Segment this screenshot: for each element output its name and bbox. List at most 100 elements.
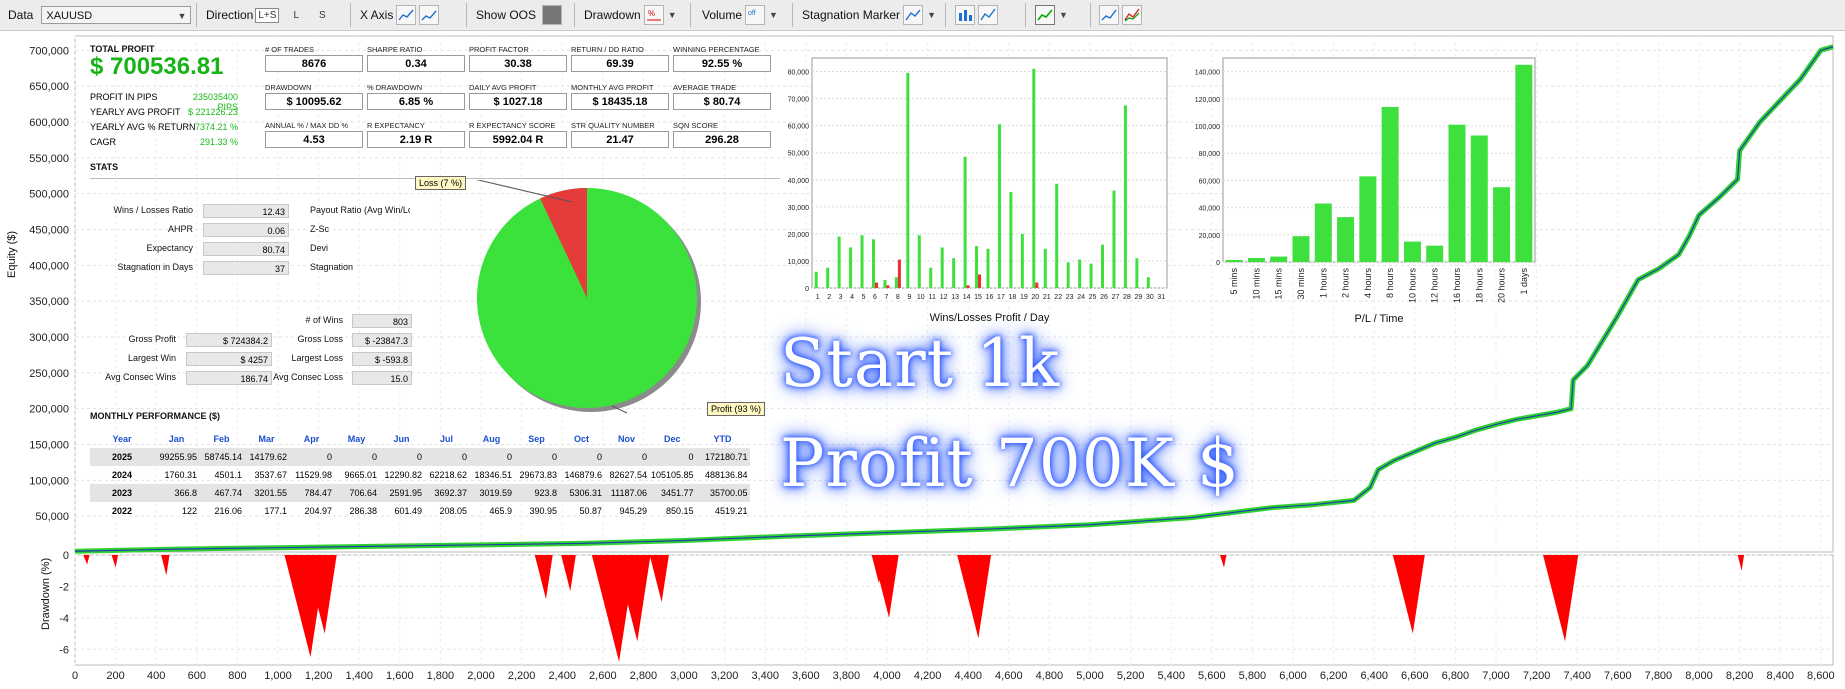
monthly-cell: 172180.71	[695, 448, 750, 466]
kpi-label: # OF TRADES	[265, 45, 315, 54]
time-profit-chart: 0 20,000 40,000 60,000 80,000 100,000 120,000 1…	[1195, 57, 1536, 325]
bar-xtick-label: 16 hours	[1452, 268, 1462, 304]
bar	[1032, 68, 1036, 288]
x-tick-label: 7,200	[1523, 670, 1551, 682]
equity-axis-title: Equity ($)	[6, 230, 18, 278]
bar	[978, 274, 982, 288]
multi-line-chart-icon[interactable]	[1122, 5, 1142, 25]
show-oos-toggle[interactable]	[542, 5, 563, 25]
bar	[906, 72, 910, 288]
stats-value: 37	[203, 261, 289, 275]
stats-right-label: Devi	[310, 243, 329, 253]
equity-line-icon[interactable]	[1035, 5, 1055, 25]
monthly-cell: 18346.51	[474, 470, 512, 480]
monthly-row: 2022 122 216.06 177.1 204.97 286.38 601.49 208.…	[90, 502, 750, 520]
bar	[1055, 183, 1059, 288]
x-tick-label: 2,600	[589, 670, 617, 682]
bar-xtick-label: 27	[1112, 294, 1120, 301]
bar	[886, 285, 890, 288]
x-tick-label: 2,200	[508, 670, 536, 682]
bar	[1146, 277, 1150, 288]
x-tick-label: 6,200	[1320, 670, 1348, 682]
x-tick-label: 4,200	[914, 670, 942, 682]
loss-callout: Loss (7 %)	[415, 176, 467, 190]
symbol-select[interactable]: XAUUSD ▼	[41, 6, 192, 24]
bar-xtick-label: 8	[896, 294, 900, 301]
bar	[894, 277, 898, 288]
bar	[986, 248, 990, 288]
x-tick-label: 8,400	[1766, 670, 1794, 682]
stats-right-label: Z-Sc	[310, 224, 329, 234]
bar-xtick-label: 25	[1089, 294, 1097, 301]
data-label: Data	[8, 8, 34, 22]
x-tick-label: 1,800	[427, 670, 455, 682]
stats-bottom-right-value: 803	[352, 314, 412, 328]
equity-ytick-label: 400,000	[29, 260, 69, 272]
line-chart-icon[interactable]	[978, 5, 998, 25]
equity-ytick-label: 100,000	[29, 475, 69, 487]
stats-bottom-right-value: $ -23847.3	[352, 333, 412, 347]
stats-bottom-right-label: Largest Loss	[291, 353, 343, 363]
monthly-cell: 706.64	[334, 484, 379, 502]
stagnation-marker-icon[interactable]	[903, 5, 924, 25]
stagnation-dropdown-icon[interactable]: ▼	[927, 10, 936, 20]
monthly-header-cell: Apr	[303, 434, 320, 444]
stats-label: Expectancy	[146, 243, 193, 253]
monthly-cell: 62218.62	[429, 470, 467, 480]
stagnation-label: Stagnation Marker	[802, 8, 901, 22]
stats-title: STATS	[90, 162, 119, 172]
volume-group: Volume off ▼	[702, 0, 778, 30]
kpi-label: RETURN / DD RATIO	[571, 45, 644, 54]
equity-ytick-label: 600,000	[29, 117, 69, 129]
volume-dropdown-icon[interactable]: ▼	[769, 10, 778, 20]
bar-ytick-label: 100,000	[1195, 124, 1220, 131]
kpi-value: 69.39	[571, 55, 669, 72]
x-tick-label: 5,600	[1198, 670, 1226, 682]
bar-xtick-label: 11	[929, 294, 936, 301]
bar	[1101, 244, 1105, 288]
equity-ytick-label: 650,000	[29, 81, 69, 93]
monthly-cell: 4519.21	[715, 506, 748, 516]
profit-callout: Profit (93 %)	[707, 402, 766, 416]
bar-xtick-label: 22	[1054, 294, 1062, 301]
compare-chart-icon[interactable]	[1099, 5, 1119, 25]
x-tick-label: 5,200	[1117, 670, 1145, 682]
x-tick-label: 5,400	[1157, 670, 1185, 682]
bar-xtick-label: 3	[839, 294, 843, 301]
bar-xtick-label: 12	[940, 294, 948, 301]
bar-xtick-label: 7	[884, 294, 888, 301]
direction-option-s[interactable]: S	[319, 10, 326, 21]
bar	[1089, 263, 1093, 288]
xaxis-trades-icon[interactable]	[396, 5, 417, 25]
stats-right-label: Payout Ratio (Avg Win/Lo	[310, 205, 410, 215]
stats-value: 12.43	[203, 204, 289, 218]
bar-xtick-label: 21	[1043, 294, 1051, 301]
monthly-cell: 9665.01	[344, 470, 377, 480]
bar-chart-icon[interactable]	[955, 5, 975, 25]
equity-ytick-label: 300,000	[29, 332, 69, 344]
chevron-down-icon: ▼	[177, 11, 187, 21]
drawdown-percent-icon[interactable]: %	[643, 5, 664, 25]
direction-option-l[interactable]: L	[293, 10, 299, 21]
direction-option-ls[interactable]: L+S	[255, 7, 280, 23]
kpi-label: DAILY AVG PROFIT	[469, 83, 537, 92]
kpi-value: $ 10095.62	[265, 93, 363, 110]
monthly-cell: 11187.06	[604, 484, 649, 502]
bar	[874, 282, 878, 288]
compare-group	[1096, 0, 1142, 30]
x-tick-label: 2,400	[548, 670, 576, 682]
bar-xtick-label: 18	[1009, 294, 1017, 301]
monthly-cell: 3692.37	[424, 484, 469, 502]
stats-bottom-right-label: Gross Loss	[297, 334, 343, 344]
drawdown-dropdown-icon[interactable]: ▼	[668, 10, 677, 20]
monthly-cell: 945.29	[619, 506, 647, 516]
x-tick-label: 6,000	[1279, 670, 1307, 682]
direction-group: Direction L+S L S	[206, 0, 326, 30]
x-tick-label: 2,800	[630, 670, 658, 682]
xaxis-time-icon[interactable]	[419, 5, 440, 25]
volume-off-icon[interactable]: off	[745, 5, 766, 25]
equity-style-group: ▼	[1032, 0, 1068, 30]
monthly-header-cell: Year	[112, 434, 132, 444]
equity-style-dropdown-icon[interactable]: ▼	[1059, 10, 1068, 20]
bar	[963, 156, 967, 288]
